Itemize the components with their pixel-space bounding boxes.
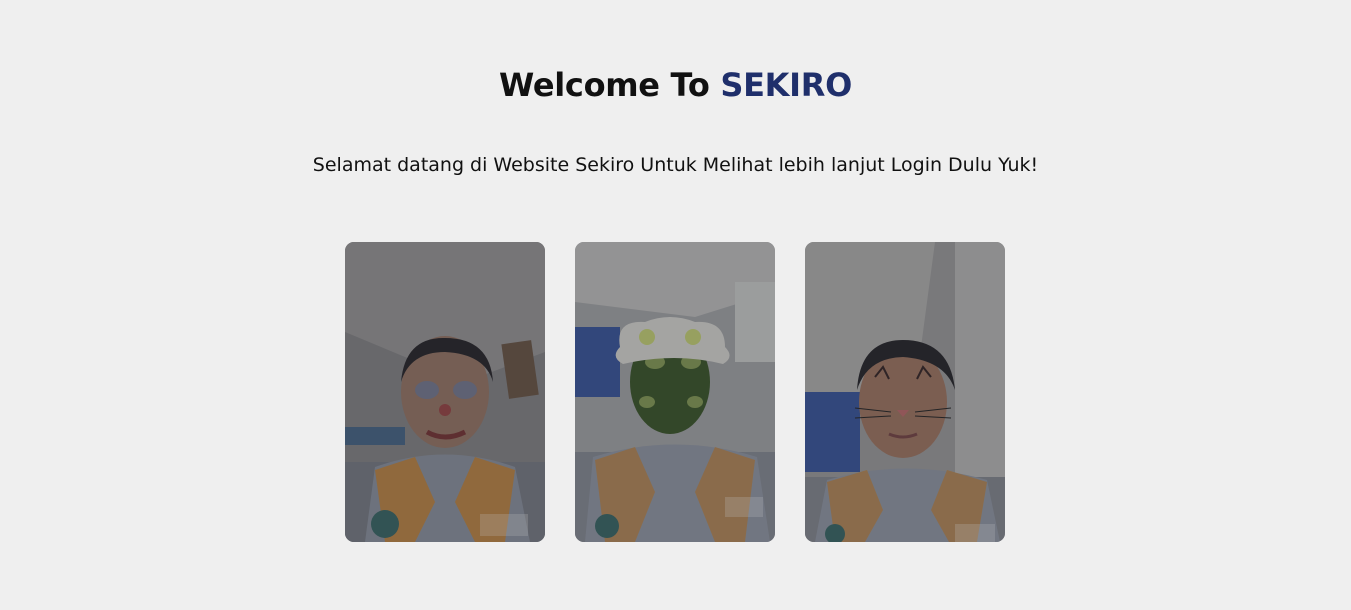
photo-overlay-1 — [345, 242, 545, 542]
photo-overlay-3 — [805, 242, 1005, 542]
title-accent: SEKIRO — [720, 66, 853, 104]
photo-card-2 — [575, 242, 775, 542]
photo-gallery — [345, 242, 1005, 542]
welcome-text: Selamat datang di Website Sekiro Untuk M… — [312, 154, 1039, 176]
photo-overlay-2 — [575, 242, 775, 542]
photo-card-3 — [805, 242, 1005, 542]
title-prefix: Welcome To — [498, 66, 721, 104]
landing-page: Welcome To SEKIRO Selamat datang di Webs… — [0, 0, 1351, 610]
page-title: Welcome To SEKIRO — [0, 66, 1351, 104]
photo-card-1 — [345, 242, 545, 542]
